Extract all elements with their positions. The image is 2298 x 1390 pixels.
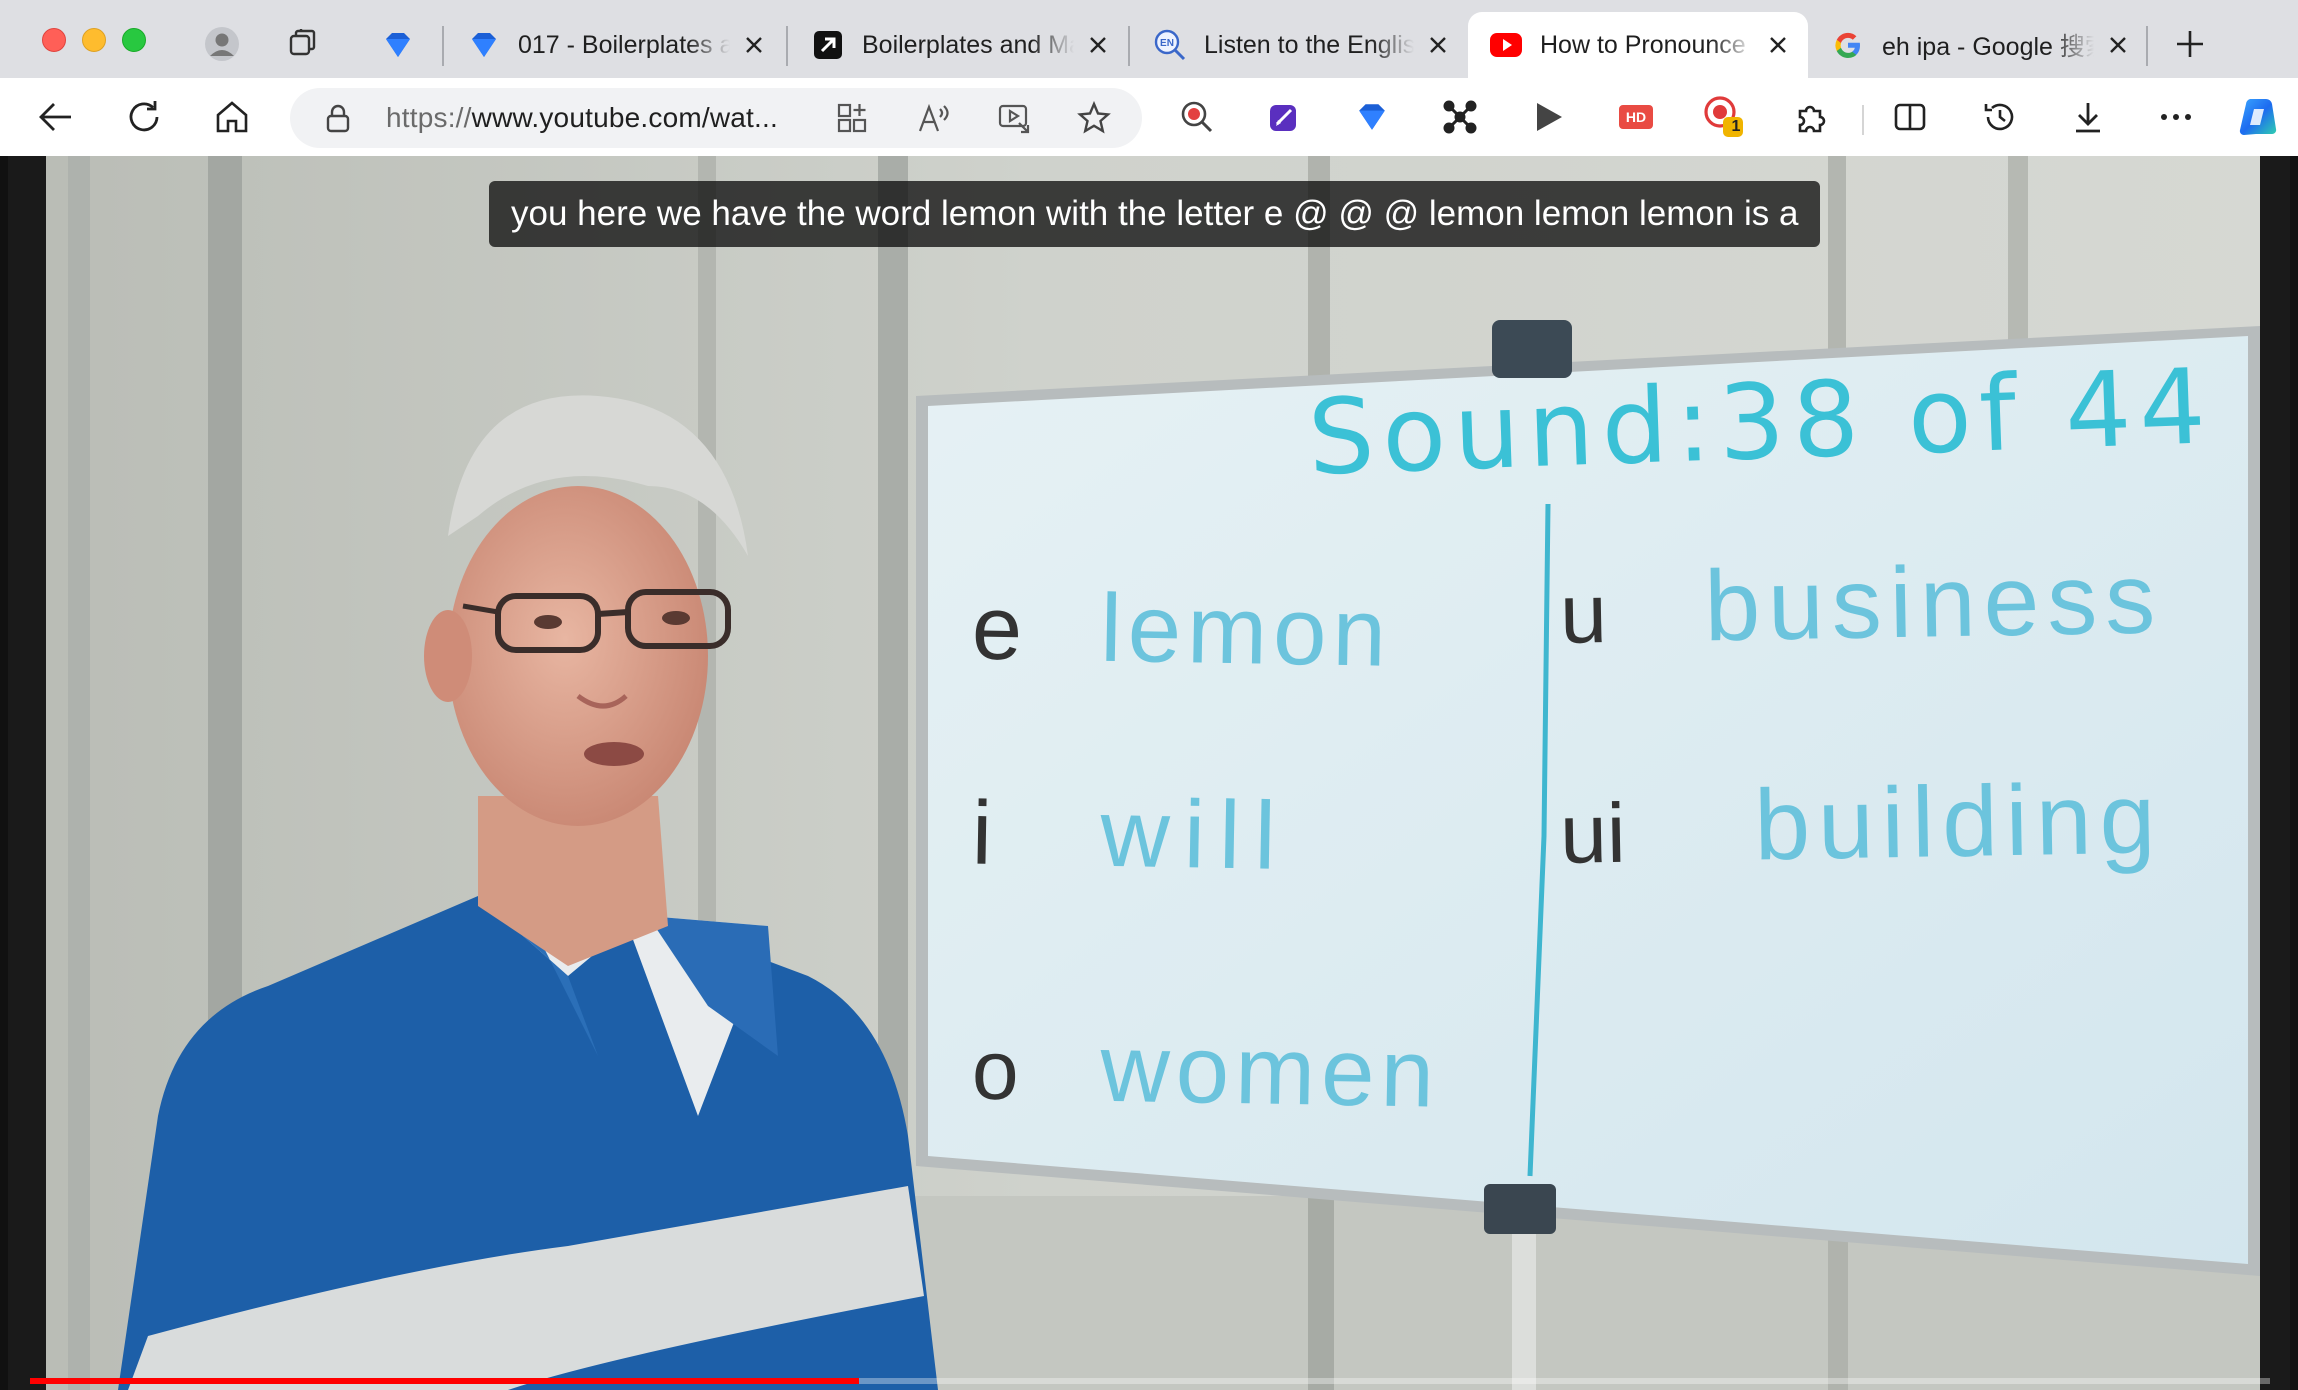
close-tab-icon[interactable] bbox=[738, 29, 770, 61]
reload-button[interactable] bbox=[122, 95, 166, 139]
tab-title: eh ipa - Google 搜索 bbox=[1882, 33, 2094, 61]
tab-title: Listen to the English bbox=[1204, 30, 1414, 59]
video-progress-bar[interactable] bbox=[30, 1378, 2270, 1384]
tab-boilerplates-017[interactable]: 017 - Boilerplates and Macros bbox=[446, 12, 784, 78]
new-tab-button[interactable] bbox=[2170, 24, 2210, 64]
tab-title: How to Pronounce bbox=[1540, 30, 1746, 59]
profile-avatar-icon[interactable] bbox=[204, 26, 240, 62]
lock-icon[interactable] bbox=[322, 102, 354, 134]
row-word: will bbox=[1099, 779, 1291, 891]
downloads-icon[interactable] bbox=[2066, 95, 2110, 139]
browser-toolbar: https://www.youtube.com/wat... HD 1 bbox=[0, 78, 2298, 156]
tab-title: Boilerplates and Macros bbox=[862, 30, 1074, 59]
site-icon bbox=[382, 29, 414, 61]
window-minimize-button[interactable] bbox=[82, 28, 106, 52]
page-content: Sound:38 of 44 e lemon i will o women u … bbox=[0, 156, 2298, 1390]
whiteboard-left-row: i will bbox=[971, 776, 1493, 895]
row-word: building bbox=[1753, 762, 2165, 882]
row-letter: i bbox=[971, 783, 993, 884]
address-bar[interactable]: https://www.youtube.com/wat... bbox=[290, 88, 1142, 148]
whiteboard-right-row: ui building bbox=[1559, 760, 2241, 887]
close-tab-icon[interactable] bbox=[1422, 29, 1454, 61]
read-aloud-icon[interactable] bbox=[916, 100, 952, 136]
window-close-button[interactable] bbox=[42, 28, 66, 52]
tab-listen-english[interactable]: EN Listen to the English bbox=[1132, 12, 1468, 78]
app-available-icon[interactable] bbox=[834, 100, 870, 136]
row-letter: u bbox=[1559, 566, 1608, 661]
svg-text:HD: HD bbox=[1626, 109, 1646, 125]
extension-record-icon[interactable]: 1 bbox=[1702, 95, 1746, 139]
copilot-icon[interactable] bbox=[2236, 95, 2280, 139]
window-maximize-button[interactable] bbox=[122, 28, 146, 52]
url-text[interactable]: https://www.youtube.com/wat... bbox=[386, 102, 778, 134]
row-letter: e bbox=[971, 578, 1023, 680]
extension-network-icon[interactable] bbox=[1438, 95, 1482, 139]
extension-play-icon[interactable] bbox=[1526, 95, 1570, 139]
home-button[interactable] bbox=[210, 95, 254, 139]
en-search-icon: EN bbox=[1154, 29, 1186, 61]
picture-in-picture-icon[interactable] bbox=[996, 100, 1032, 136]
tab-google-search[interactable]: eh ipa - Google 搜索 bbox=[1810, 12, 2148, 78]
tab-boilerplates-macros[interactable]: Boilerplates and Macros bbox=[790, 12, 1128, 78]
extension-hd-icon[interactable]: HD bbox=[1614, 95, 1658, 139]
tab-strip: 017 - Boilerplates and Macros Boilerplat… bbox=[0, 0, 2298, 78]
tab-how-to-pronounce[interactable]: How to Pronounce bbox=[1468, 12, 1808, 78]
tab-pinned-site[interactable] bbox=[370, 12, 428, 78]
favorite-star-icon[interactable] bbox=[1076, 100, 1112, 136]
whiteboard-right-row: u business bbox=[1559, 540, 2241, 667]
close-tab-icon[interactable] bbox=[2102, 29, 2134, 61]
more-menu-icon[interactable] bbox=[2154, 95, 2198, 139]
tab-title: 017 - Boilerplates and Macros bbox=[518, 30, 730, 59]
video-caption: you here we have the word lemon with the… bbox=[489, 181, 1821, 247]
youtube-icon bbox=[1490, 29, 1522, 61]
extension-search-icon[interactable] bbox=[1175, 95, 1219, 139]
arrow-app-icon bbox=[812, 29, 844, 61]
history-icon[interactable] bbox=[1978, 95, 2022, 139]
whiteboard-left-row: o women bbox=[971, 1011, 1493, 1130]
row-letter: ui bbox=[1559, 785, 1627, 881]
site-icon bbox=[468, 29, 500, 61]
whiteboard-left-row: e lemon bbox=[971, 571, 1493, 690]
row-word: business bbox=[1703, 542, 2165, 663]
row-word: women bbox=[1099, 1014, 1441, 1128]
extension-diamond-icon[interactable] bbox=[1350, 95, 1394, 139]
row-word: lemon bbox=[1099, 574, 1393, 687]
close-tab-icon[interactable] bbox=[1082, 29, 1114, 61]
close-tab-icon[interactable] bbox=[1762, 29, 1794, 61]
google-icon bbox=[1832, 29, 1864, 61]
video-progress-fill bbox=[30, 1378, 859, 1384]
extension-badge-count: 1 bbox=[1731, 118, 1741, 135]
back-button[interactable] bbox=[34, 95, 78, 139]
row-letter: o bbox=[971, 1022, 1020, 1118]
workspaces-icon[interactable] bbox=[286, 26, 322, 62]
svg-text:EN: EN bbox=[1160, 38, 1174, 49]
video-player[interactable]: Sound:38 of 44 e lemon i will o women u … bbox=[8, 156, 2290, 1390]
extension-editor-icon[interactable] bbox=[1262, 95, 1306, 139]
split-screen-icon[interactable] bbox=[1888, 95, 1932, 139]
extensions-puzzle-icon[interactable] bbox=[1790, 95, 1834, 139]
